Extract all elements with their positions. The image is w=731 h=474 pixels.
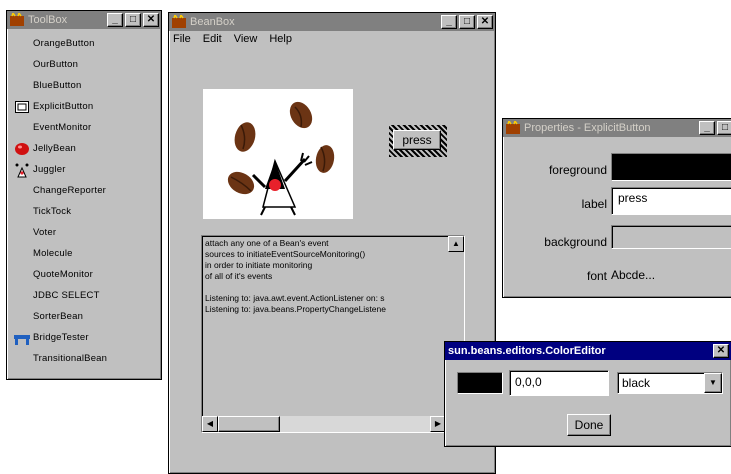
button-square-icon — [13, 99, 31, 115]
foreground-swatch[interactable] — [611, 153, 731, 181]
toolbox-item[interactable]: EventMonitor — [13, 117, 161, 138]
toolbox-item[interactable]: TransitionalBean — [13, 348, 161, 369]
color-name-select[interactable]: black ▼ — [617, 372, 723, 394]
toolbox-item[interactable]: TickTock — [13, 201, 161, 222]
toolbox-item[interactable]: OrangeButton — [13, 33, 161, 54]
toolbox-item[interactable]: JellyBean — [13, 138, 161, 159]
toolbox-item[interactable]: ChangeReporter — [13, 180, 161, 201]
toolbox-item[interactable]: SorterBean — [13, 306, 161, 327]
label-field[interactable]: press — [611, 187, 731, 215]
toolbox-item[interactable]: Voter — [13, 222, 161, 243]
maximize-icon[interactable]: □ — [459, 15, 475, 29]
close-icon[interactable]: ✕ — [477, 15, 493, 29]
toolbox-item-label: SorterBean — [33, 311, 84, 322]
toolbox-item-label: Juggler — [33, 164, 66, 175]
toolbox-item-label: QuoteMonitor — [33, 269, 93, 280]
java-app-icon — [171, 13, 187, 29]
toolbox-item-label: OurButton — [33, 59, 79, 70]
maximize-icon[interactable]: □ — [125, 13, 141, 27]
event-monitor-line — [205, 282, 445, 293]
toolbox-item-label: JDBC SELECT — [33, 290, 100, 301]
horizontal-scrollbar[interactable]: ◀ ▶ — [202, 416, 464, 432]
toolbox-item[interactable]: QuoteMonitor — [13, 264, 161, 285]
toolbox-item[interactable]: OurButton — [13, 54, 161, 75]
chevron-down-icon[interactable]: ▼ — [704, 373, 722, 393]
beanbox-titlebar[interactable]: BeanBox _ □ ✕ — [169, 13, 495, 31]
color-swatch — [457, 372, 503, 394]
beanbox-title: BeanBox — [190, 16, 235, 28]
scroll-left-icon[interactable]: ◀ — [202, 416, 218, 432]
color-editor-dialog: sun.beans.editors.ColorEditor ✕ 0,0,0 bl… — [444, 341, 731, 447]
event-monitor-line: in order to initiate monitoring — [205, 260, 313, 270]
toolbox-title: ToolBox — [28, 14, 68, 26]
minimize-icon[interactable]: _ — [107, 13, 123, 27]
minimize-icon[interactable]: _ — [441, 15, 457, 29]
toolbox-item-label: BlueButton — [33, 80, 82, 91]
event-monitor-text: attach any one of a Bean's event sources … — [205, 238, 445, 412]
toolbox-item[interactable]: BlueButton — [13, 75, 161, 96]
beanbox-menubar: File Edit View Help — [169, 31, 495, 47]
toolbox-list: OrangeButton OurButton BlueButton ExplicitB… — [7, 29, 161, 369]
toolbox-item-label: ExplicitButton — [33, 101, 94, 112]
close-icon[interactable]: ✕ — [713, 344, 729, 358]
background-label: background — [544, 235, 607, 249]
toolbox-item-label: TransitionalBean — [33, 353, 108, 364]
toolbox-item-label: ChangeReporter — [33, 185, 107, 196]
background-swatch[interactable] — [611, 225, 731, 249]
toolbox-item-label: JellyBean — [33, 143, 76, 154]
press-button[interactable]: press — [393, 130, 441, 150]
toolbox-item-label: BridgeTester — [33, 332, 89, 343]
done-button[interactable]: Done — [567, 414, 611, 436]
menu-help[interactable]: Help — [269, 33, 292, 45]
toolbox-item[interactable]: Molecule — [13, 243, 161, 264]
toolbox-titlebar[interactable]: ToolBox _ □ ✕ — [7, 11, 161, 29]
foreground-label: foreground — [548, 163, 607, 177]
toolbox-item-label: Molecule — [33, 248, 73, 259]
label-label: label — [581, 197, 607, 211]
juggler-image — [227, 101, 335, 216]
java-app-icon — [505, 119, 521, 135]
font-value[interactable]: Abcde... — [611, 268, 655, 282]
event-monitor-line: Listening to: java.beans.PropertyChangeL… — [205, 304, 386, 314]
menu-edit[interactable]: Edit — [203, 33, 222, 45]
properties-window: Properties - ExplicitButton _ □ foregrou… — [502, 118, 731, 298]
java-app-icon — [9, 11, 25, 27]
toolbox-item-label: Voter — [33, 227, 57, 238]
rgb-input[interactable]: 0,0,0 — [509, 370, 609, 396]
toolbox-item-label: OrangeButton — [33, 38, 95, 49]
maximize-icon[interactable]: □ — [717, 121, 731, 135]
juggler-bean[interactable] — [203, 89, 353, 219]
menu-file[interactable]: File — [173, 33, 191, 45]
toolbox-item[interactable]: ExplicitButton — [13, 96, 161, 117]
explicit-button-selection: press — [389, 125, 447, 157]
jellybean-icon — [13, 141, 31, 157]
font-label: font — [586, 269, 607, 283]
toolbox-item[interactable]: Juggler — [13, 159, 161, 180]
event-monitor-line: Listening to: java.awt.event.ActionListe… — [205, 293, 385, 303]
color-name-value: black — [622, 376, 651, 390]
event-monitor[interactable]: attach any one of a Bean's event sources … — [201, 235, 465, 433]
juggler-icon — [13, 162, 31, 178]
color-editor-titlebar[interactable]: sun.beans.editors.ColorEditor ✕ — [445, 342, 731, 360]
properties-title: Properties - ExplicitButton — [524, 122, 651, 134]
toolbox-item[interactable]: BridgeTester — [13, 327, 161, 348]
menu-view[interactable]: View — [234, 33, 258, 45]
minimize-icon[interactable]: _ — [699, 121, 715, 135]
toolbox-item-label: TickTock — [33, 206, 72, 217]
close-icon[interactable]: ✕ — [143, 13, 159, 27]
event-monitor-line: of all of it's events — [205, 271, 273, 281]
event-monitor-line: attach any one of a Bean's event — [205, 238, 329, 248]
toolbox-window: ToolBox _ □ ✕ OrangeButton OurButton BlueB… — [6, 10, 162, 380]
label-field-value: press — [618, 191, 648, 205]
color-editor-title: sun.beans.editors.ColorEditor — [448, 345, 606, 357]
rgb-input-value: 0,0,0 — [515, 375, 542, 389]
scroll-up-icon[interactable]: ▲ — [448, 236, 464, 252]
event-monitor-line: sources to initiateEventSourceMonitoring… — [205, 249, 366, 259]
scroll-thumb[interactable] — [218, 416, 280, 432]
toolbox-item[interactable]: JDBC SELECT — [13, 285, 161, 306]
properties-titlebar[interactable]: Properties - ExplicitButton _ □ — [503, 119, 731, 137]
toolbox-item-label: EventMonitor — [33, 122, 92, 133]
bridge-icon — [13, 330, 31, 346]
